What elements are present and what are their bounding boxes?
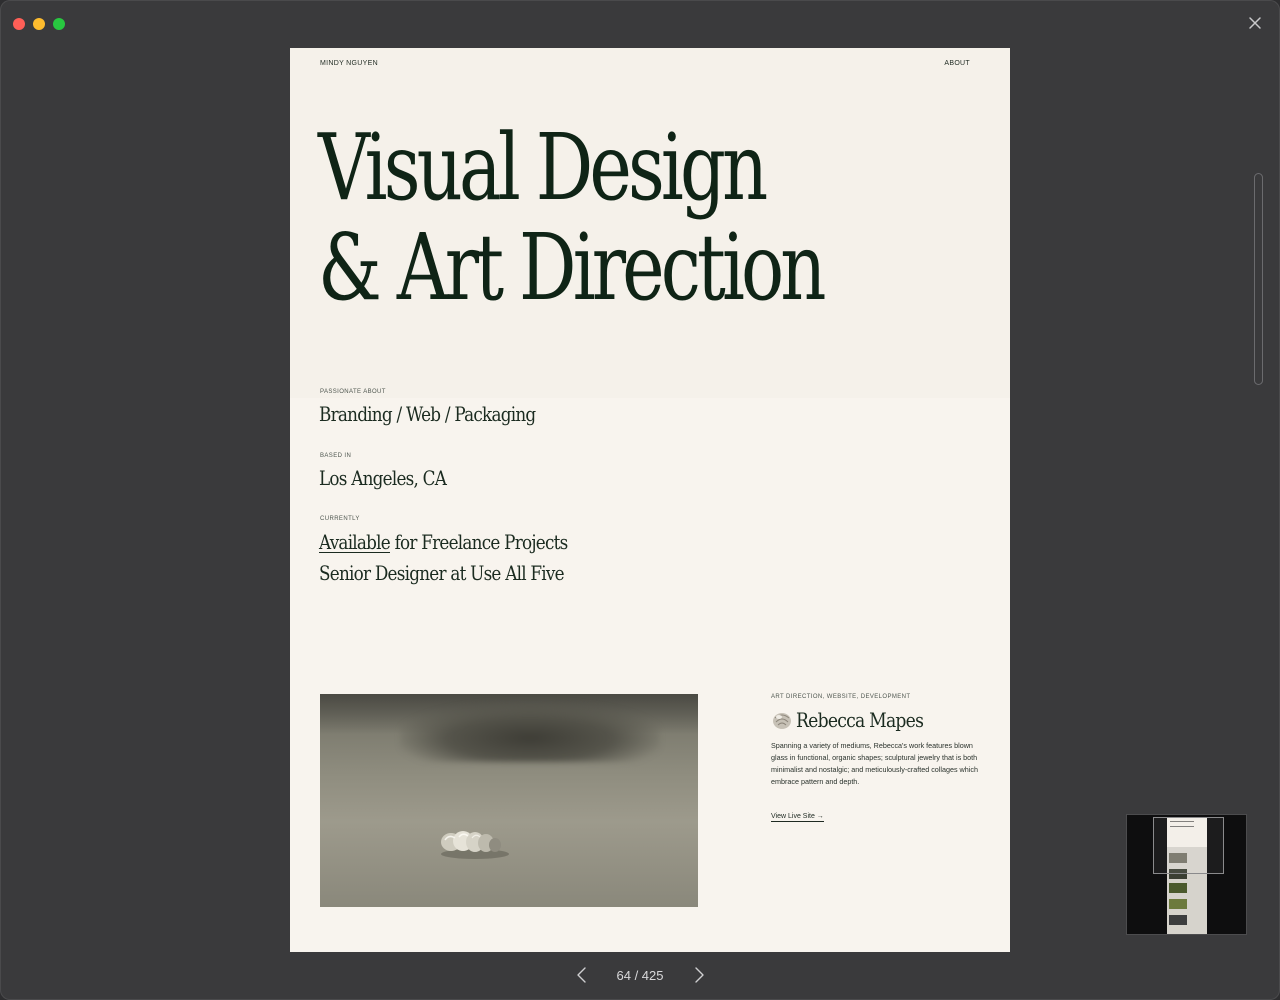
minimap-thumb-3 [1169,883,1187,893]
project-title-row: Rebecca Mapes [771,708,944,732]
ring-illustration [441,831,509,859]
zoom-window-button[interactable] [53,18,65,30]
hero-line-2: & Art Direction [318,214,827,321]
window-controls [13,18,65,30]
about-link[interactable]: ABOUT [944,60,970,67]
based-label: BASED IN [320,453,352,459]
minimize-window-button[interactable] [33,18,45,30]
image-blurred-plant [400,702,660,762]
based-value: Los Angeles, CA [319,466,447,490]
availability-line: Available for Freelance Projects [319,530,568,554]
minimap[interactable] [1126,814,1247,935]
project-image[interactable] [320,694,698,907]
availability-rest: for Freelance Projects [389,530,569,554]
previous-page-button[interactable] [575,966,589,984]
page-navigator: 64 / 425 [0,963,1280,987]
current-role: Senior Designer at Use All Five [319,561,565,585]
minimap-viewport[interactable] [1153,817,1224,874]
minimap-thumb-5 [1169,915,1187,925]
site-name-link[interactable]: MINDY NGUYEN [320,60,378,67]
passionate-label: PASSIONATE ABOUT [320,389,386,395]
shell-icon [773,713,791,729]
project-description: Spanning a variety of mediums, Rebecca's… [771,741,978,786]
page-counter: 64 / 425 [616,967,664,983]
top-nav: MINDY NGUYEN ABOUT [320,60,970,67]
passionate-value: Branding / Web / Packaging [319,402,536,426]
project-meta: ART DIRECTION, WEBSITE, DEVELOPMENT [771,694,911,700]
page-preview: MINDY NGUYEN ABOUT Visual Design & Art D… [290,48,1010,952]
hero-line-1: Visual Design [318,114,768,221]
close-window-button[interactable] [13,18,25,30]
available-link[interactable]: Available [319,530,391,554]
next-page-button[interactable] [692,966,706,984]
currently-label: CURRENTLY [320,516,360,522]
project-title[interactable]: Rebecca Mapes [796,708,924,732]
viewer-window: MINDY NGUYEN ABOUT Visual Design & Art D… [0,0,1280,1000]
scrollbar[interactable] [1254,173,1263,385]
minimap-thumb-4 [1169,899,1187,909]
hero-heading: Visual Design & Art Direction [318,114,827,321]
close-x-icon[interactable] [1244,12,1266,34]
view-live-site-link[interactable]: View Live Site → [771,813,824,822]
